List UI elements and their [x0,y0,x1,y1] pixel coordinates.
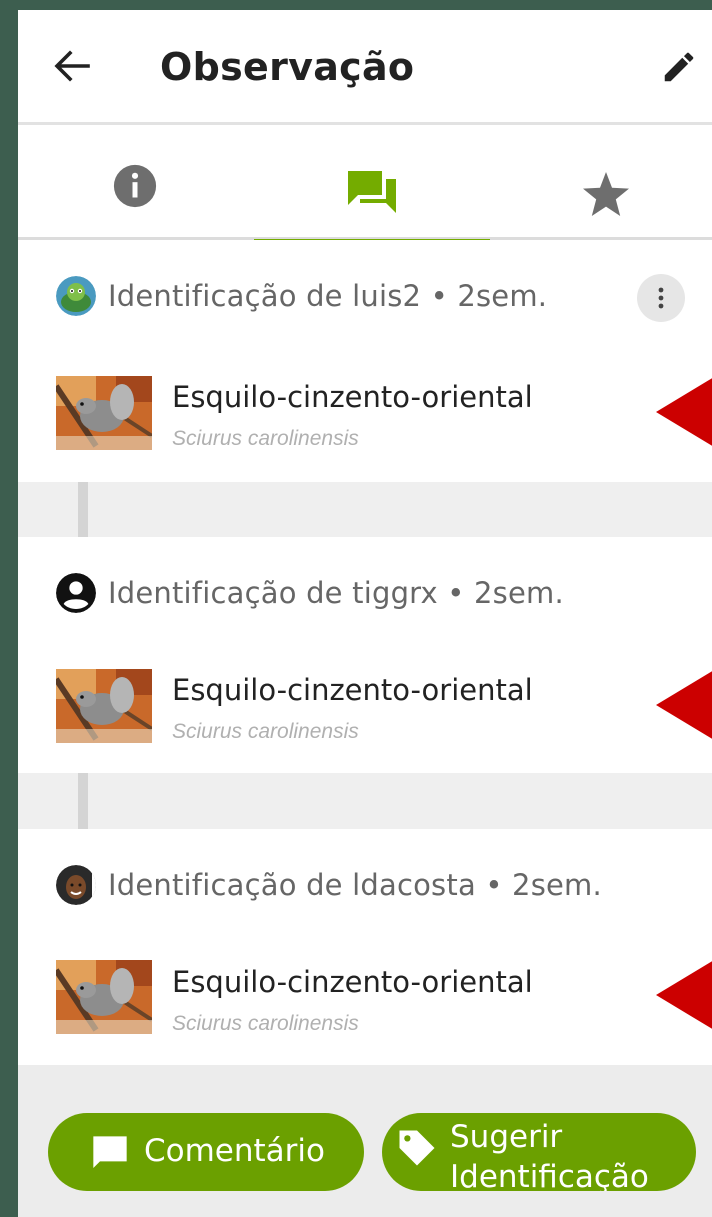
taxon-scientific-name: Sciurus carolinensis [172,1012,359,1035]
taxon-common-name[interactable]: Esquilo-cinzento-oriental [172,965,533,999]
suggest-button-label-overflow: Identificação [450,1159,649,1191]
identification-card: Identificação de ldacosta • 2sem. Esquil… [18,829,712,1065]
left-pointing-arrow-icon [656,671,712,739]
taxon-photo[interactable] [56,376,152,450]
info-circle-icon [113,164,157,208]
pencil-icon[interactable] [660,48,698,86]
identification-header: Identificação de tiggrx • 2sem. [56,573,564,613]
tag-icon [399,1130,435,1166]
taxon-photo[interactable] [56,960,152,1034]
suggest-identification-button[interactable]: Sugerir Identificação [382,1113,696,1191]
suggest-button-label: Sugerir [450,1119,563,1155]
action-bar: Comentário Sugerir Identificação [18,1065,712,1217]
taxon-common-name[interactable]: Esquilo-cinzento-oriental [172,673,533,707]
taxon-common-name[interactable]: Esquilo-cinzento-oriental [172,380,533,414]
taxon-scientific-name: Sciurus carolinensis [172,720,359,743]
star-icon [583,172,629,216]
identification-card: Identificação de tiggrx • 2sem. Esquilo-… [18,537,712,773]
identification-header: Identificação de luis2 • 2sem. [56,276,547,316]
identification-header-text: Identificação de ldacosta • 2sem. [108,868,602,902]
more-vertical-icon [658,287,664,309]
tab-activity[interactable] [254,125,490,237]
tab-favorites[interactable] [490,125,712,237]
tab-info[interactable] [18,125,254,237]
app-bar: Observação [18,10,712,125]
avatar[interactable] [56,573,96,613]
avatar[interactable] [56,865,96,905]
comment-icon [93,1136,127,1168]
taxon-photo[interactable] [56,669,152,743]
timeline-connector [78,773,88,829]
identification-header-text: Identificação de tiggrx • 2sem. [108,576,564,610]
identification-header-text: Identificação de luis2 • 2sem. [108,279,548,313]
forum-icon [348,171,396,213]
observation-screen: Observação Identificação de luis2 • 2sem… [18,10,712,1217]
page-title: Observação [160,45,415,89]
taxon-scientific-name: Sciurus carolinensis [172,427,359,450]
left-pointing-arrow-icon [656,378,712,446]
identification-card: Identificação de luis2 • 2sem. Esquilo-c… [18,240,712,482]
comment-button-label: Comentário [144,1133,326,1169]
comment-button[interactable]: Comentário [48,1113,364,1191]
timeline-connector [78,482,88,537]
tab-bar [18,125,712,244]
identification-header: Identificação de ldacosta • 2sem. [56,865,602,905]
more-menu-button[interactable] [637,274,685,322]
arrow-left-icon[interactable] [54,50,90,82]
avatar[interactable] [56,276,96,316]
left-pointing-arrow-icon [656,961,712,1029]
